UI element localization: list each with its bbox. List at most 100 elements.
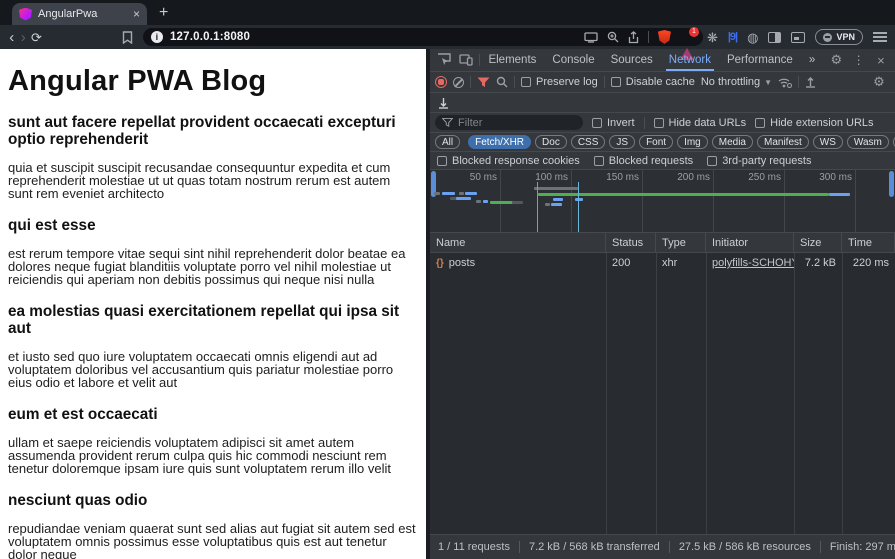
page-title: Angular PWA Blog: [8, 65, 267, 97]
circle-extension-icon[interactable]: ◍: [747, 31, 758, 44]
filter-pill-font[interactable]: Font: [639, 135, 674, 149]
url-bar[interactable]: i 127.0.0.1:8080 1: [142, 26, 703, 60]
blocked-requests-label: Blocked requests: [608, 154, 694, 167]
tab-close-icon[interactable]: ×: [133, 8, 140, 20]
overview-request-bar: [482, 200, 489, 203]
devtools-tab-elements[interactable]: Elements: [481, 49, 543, 71]
vpn-label: VPN: [836, 32, 855, 42]
wallet-icon[interactable]: [791, 31, 806, 43]
search-icon[interactable]: [496, 76, 508, 88]
overview-request-bar: [533, 187, 578, 190]
filter-pill-fetchxhr[interactable]: Fetch/XHR: [468, 135, 532, 149]
site-info-icon[interactable]: i: [150, 31, 163, 43]
filter-pill-all[interactable]: All: [435, 135, 461, 149]
overview-request-bar: [511, 201, 523, 204]
devtools-tab-sources[interactable]: Sources: [604, 49, 660, 71]
divider: [647, 31, 649, 43]
devtools-menu-icon[interactable]: ⋮: [848, 51, 868, 69]
table-row[interactable]: {}posts 200 xhr polyfills-SCHOHYN 7.2 kB…: [430, 253, 895, 273]
column-type[interactable]: Type: [656, 233, 706, 252]
network-request-table: Name Status Type Initiator Size Time {} p…: [430, 233, 895, 534]
third-party-requests-label: 3rd-party requests: [722, 154, 812, 167]
column-time[interactable]: Time: [842, 233, 895, 252]
network-settings-icon[interactable]: ⚙: [868, 73, 890, 91]
column-separator: [794, 253, 795, 534]
devtools-settings-icon[interactable]: ⚙: [826, 51, 846, 69]
filter-pill-js[interactable]: JS: [609, 135, 636, 149]
filter-toggle-icon[interactable]: [477, 77, 490, 88]
filter-pill-wasm[interactable]: Wasm: [846, 135, 889, 149]
divider: [603, 76, 605, 88]
divider: [478, 54, 480, 66]
browser-tab[interactable]: AngularPwa ×: [12, 3, 147, 25]
extension-triangle-icon[interactable]: 1: [679, 26, 699, 60]
request-initiator[interactable]: polyfills-SCHOHYN: [706, 257, 794, 269]
overview-right-handle[interactable]: [889, 171, 894, 197]
new-tab-button[interactable]: +: [159, 4, 168, 22]
post-body: quia et suscipit suscipit recusandae con…: [8, 159, 391, 202]
hide-extension-urls-checkbox[interactable]: Hide extension URLs: [755, 117, 874, 129]
network-status-bar: 1 / 11 requests 7.2 kB / 568 kB transfer…: [430, 534, 895, 559]
extensions-icon[interactable]: ❋: [707, 31, 718, 44]
checkbox-icon: [755, 117, 766, 128]
export-har-icon[interactable]: [438, 97, 449, 109]
checkbox-icon: [592, 117, 602, 128]
devtools-tab-console[interactable]: Console: [545, 49, 601, 71]
hide-data-urls-checkbox[interactable]: Hide data URLs: [653, 117, 746, 129]
column-initiator[interactable]: Initiator: [706, 233, 794, 252]
post-body: est rerum tempore vitae sequi sint nihil…: [8, 245, 406, 288]
column-separator: [706, 253, 707, 534]
filter-pill-css[interactable]: CSS: [570, 135, 606, 149]
throttling-select[interactable]: No throttling ▼: [701, 76, 772, 88]
blocked-response-cookies-checkbox[interactable]: Blocked response cookies: [437, 155, 580, 167]
filter-pill-media[interactable]: Media: [711, 135, 753, 149]
filter-pill-img[interactable]: Img: [677, 135, 708, 149]
menu-icon[interactable]: [873, 32, 887, 42]
column-size[interactable]: Size: [794, 233, 842, 252]
network-overview-timeline[interactable]: 50 ms 100 ms 150 ms 200 ms 250 ms 300 ms: [430, 170, 895, 233]
devtools-close-icon[interactable]: ×: [871, 51, 891, 69]
reload-button[interactable]: ⟳: [31, 31, 42, 44]
url-text[interactable]: 127.0.0.1:8080: [170, 31, 577, 43]
back-button[interactable]: ‹: [8, 30, 16, 45]
post-heading: eum et est occaecati: [8, 405, 158, 423]
devtools-tab-network[interactable]: Network: [662, 49, 718, 71]
third-party-requests-checkbox[interactable]: 3rd-party requests: [707, 155, 811, 167]
overview-request-bar: [550, 203, 563, 206]
import-har-icon[interactable]: [805, 76, 816, 88]
filter-pill-doc[interactable]: Doc: [535, 135, 567, 149]
split-view-icon[interactable]: [768, 31, 782, 43]
forward-button[interactable]: ›: [20, 30, 28, 45]
table-body: {}posts 200 xhr polyfills-SCHOHYN 7.2 kB…: [430, 253, 895, 534]
devtools-panel: Elements Console Sources Network Perform…: [430, 49, 895, 559]
more-tabs-icon[interactable]: »: [802, 49, 822, 71]
vpn-button[interactable]: VPN: [815, 29, 863, 45]
web-page: Angular PWA Blog sunt aut facere repella…: [0, 49, 430, 559]
blocked-requests-checkbox[interactable]: Blocked requests: [593, 154, 694, 167]
invert-checkbox[interactable]: Invert: [592, 117, 635, 129]
filter-pill-manifest[interactable]: Manifest: [757, 135, 809, 149]
overview-request-bar: [442, 192, 456, 195]
filter-pill-ws[interactable]: WS: [812, 135, 843, 149]
network-conditions-icon[interactable]: [778, 77, 793, 88]
bookmark-icon[interactable]: [122, 30, 133, 44]
transferred-size: 7.2 kB / 568 kB transferred: [518, 541, 669, 553]
column-status[interactable]: Status: [606, 233, 656, 252]
column-name[interactable]: Name: [430, 233, 606, 252]
blue-extension-icon[interactable]: |9|: [728, 31, 738, 43]
disable-cache-checkbox[interactable]: Disable cache: [610, 76, 695, 88]
preserve-log-label: Preserve log: [536, 76, 598, 88]
devtools-tab-performance[interactable]: Performance: [720, 49, 800, 71]
filter-input[interactable]: Filter: [435, 115, 583, 130]
screenshare-icon[interactable]: [584, 31, 598, 43]
request-type: xhr: [662, 257, 678, 269]
clear-icon[interactable]: [453, 76, 464, 88]
record-icon[interactable]: [435, 76, 447, 88]
inspect-element-icon[interactable]: [434, 51, 454, 69]
brave-shield-icon[interactable]: [657, 30, 671, 44]
browser-window: AngularPwa × + ‹ › ⟳ i 127.0.0.1:8080 1 …: [0, 0, 895, 559]
share-icon[interactable]: [628, 30, 639, 44]
preserve-log-checkbox[interactable]: Preserve log: [521, 76, 598, 88]
device-toolbar-icon[interactable]: [456, 51, 476, 69]
zoom-icon[interactable]: [607, 31, 619, 43]
